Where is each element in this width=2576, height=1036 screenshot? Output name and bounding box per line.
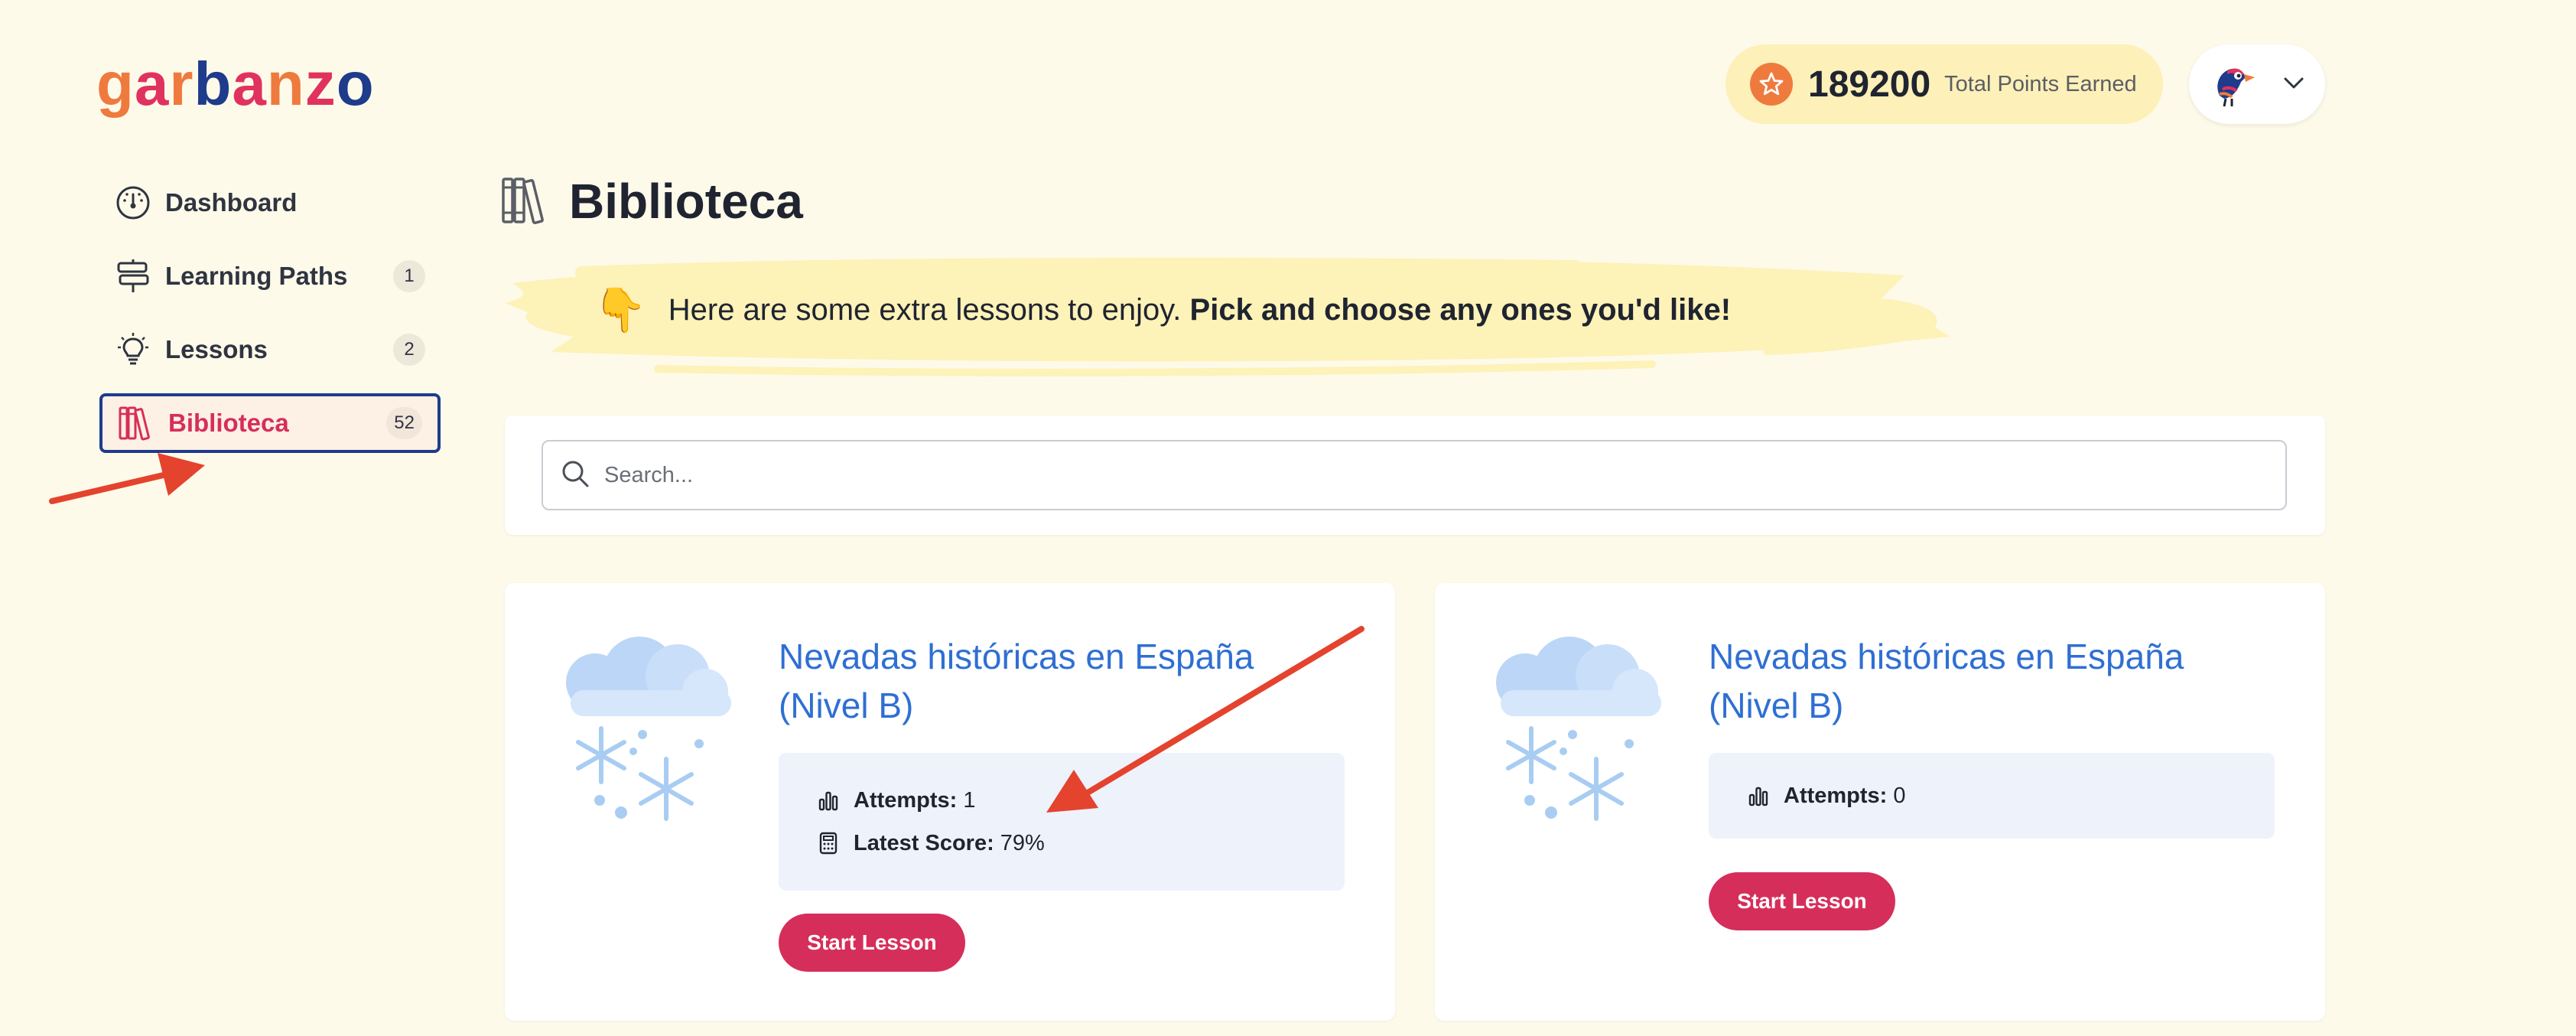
annotation-arrow-sidebar (49, 453, 205, 504)
lesson-card[interactable]: Nevadas históricas en España (Nivel B) A… (505, 583, 1395, 1021)
snow-cloud-icon (566, 637, 731, 821)
search-input[interactable] (604, 462, 2285, 488)
sidebar-item-label: Learning Paths (165, 262, 348, 290)
score-row: Latest Score: 79% (817, 822, 1306, 865)
logo-letter: o (336, 50, 375, 118)
logo-letter: a (232, 50, 267, 118)
pointing-hand-icon: 👇 (594, 285, 647, 334)
attempts-row: Attempts: 0 (1747, 774, 2236, 817)
search-icon (560, 458, 590, 493)
sidebar-item-learning-paths[interactable]: Learning Paths 1 (99, 246, 441, 306)
star-icon (1750, 63, 1793, 106)
attempts-row: Attempts: 1 (817, 779, 1306, 822)
points-pill: 189200 Total Points Earned (1725, 44, 2163, 124)
sidebar-item-label: Dashboard (165, 188, 298, 217)
logo-letter: a (134, 50, 170, 118)
sidebar-item-label: Biblioteca (168, 409, 289, 437)
dashboard-gauge-icon (115, 184, 151, 221)
count-badge: 2 (393, 334, 425, 366)
banner-message: 👇 Here are some extra lessons to enjoy. … (594, 285, 1731, 335)
signpost-icon (115, 258, 151, 295)
attempts-label: Attempts: (854, 787, 958, 813)
lesson-title-link[interactable]: Nevadas históricas en España (Nivel B) (779, 632, 1329, 730)
page-header: Biblioteca (500, 173, 803, 230)
calculator-icon (817, 832, 840, 855)
attempts-value: 1 (963, 787, 976, 813)
banner-bold-text: Pick and choose any ones you'd like! (1189, 292, 1732, 327)
banner-text: Here are some extra lessons to enjoy. (668, 292, 1182, 327)
lesson-stats-box: Attempts: 1 Latest Score: 79% (779, 753, 1345, 891)
score-label: Latest Score: (854, 830, 994, 855)
sidebar-item-biblioteca[interactable]: Biblioteca 52 (99, 393, 441, 453)
lesson-card[interactable]: Nevadas históricas en España (Nivel B) A… (1435, 583, 2325, 1021)
app-page: garbanzo Dashboard Learning Paths 1 Less… (0, 0, 2576, 1036)
bird-avatar-icon (2207, 56, 2261, 113)
bar-chart-icon (1747, 784, 1770, 807)
count-badge: 1 (393, 260, 425, 292)
sidebar-item-label: Lessons (165, 335, 268, 363)
bar-chart-icon (817, 789, 840, 812)
user-menu-button[interactable] (2189, 44, 2325, 124)
page-title: Biblioteca (569, 174, 803, 229)
logo-letter: b (194, 50, 233, 118)
lesson-title-link[interactable]: Nevadas históricas en España (Nivel B) (1709, 632, 2259, 730)
attempts-value: 0 (1893, 783, 1906, 808)
sidebar-item-lessons[interactable]: Lessons 2 (99, 320, 441, 380)
chevron-down-icon (2281, 70, 2307, 99)
logo-letter: n (266, 50, 305, 118)
logo-letter: z (304, 50, 337, 118)
logo-letter: r (169, 50, 194, 118)
snow-cloud-icon (1496, 637, 1661, 821)
points-label: Total Points Earned (1944, 71, 2137, 96)
score-value: 79% (1000, 830, 1045, 855)
search-box[interactable] (542, 440, 2287, 510)
lesson-stats-box: Attempts: 0 (1709, 753, 2275, 839)
count-badge: 52 (386, 407, 422, 439)
attempts-label: Attempts: (1784, 783, 1888, 808)
garbanzo-logo[interactable]: garbanzo (96, 49, 375, 119)
books-icon (118, 405, 154, 441)
points-value: 189200 (1808, 64, 1931, 105)
sidebar-item-dashboard[interactable]: Dashboard (99, 173, 441, 233)
logo-letter: g (96, 50, 135, 118)
start-lesson-button[interactable]: Start Lesson (1709, 872, 1895, 930)
start-lesson-button[interactable]: Start Lesson (779, 914, 965, 972)
lightbulb-icon (115, 331, 151, 368)
search-card (505, 415, 2325, 535)
books-icon (500, 174, 551, 229)
